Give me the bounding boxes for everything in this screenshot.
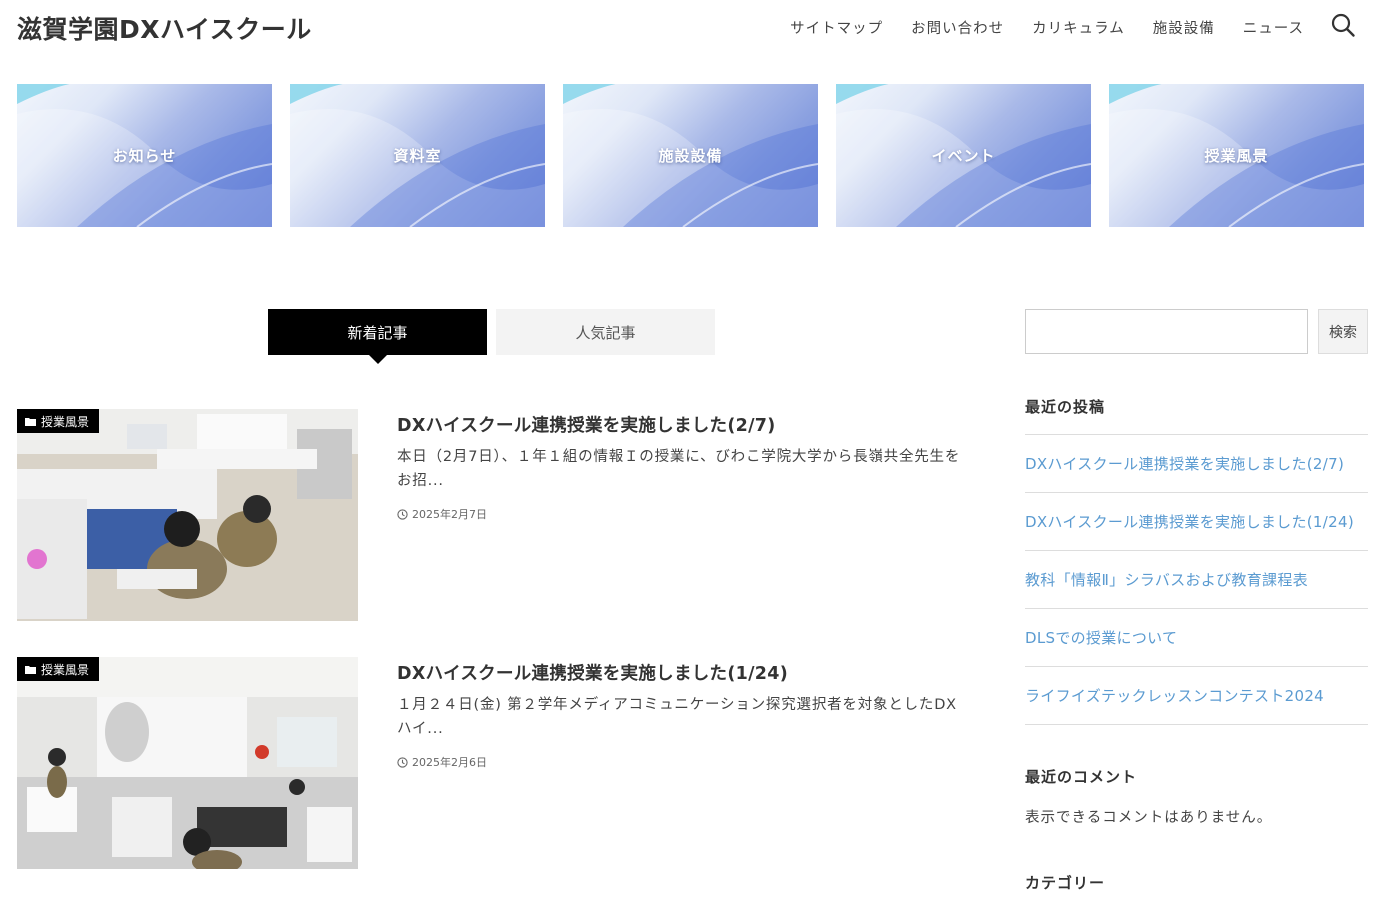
post-date: 2025年2月6日 (397, 754, 487, 770)
sidebar-search-input[interactable] (1025, 309, 1308, 354)
nav-item-contact[interactable]: お問い合わせ (911, 17, 1004, 38)
banner-archive[interactable]: 資料室 (290, 84, 545, 227)
recent-posts-title: 最近の投稿 (1025, 398, 1106, 416)
folder-icon (25, 665, 36, 674)
recent-post-link[interactable]: DLSでの授業について (1025, 609, 1368, 667)
banner-label: イベント (931, 147, 996, 165)
post-excerpt: 本日（2月7日）、１年１組の情報Ｉの授業に、びわこ学院大学から長嶺共全先生をお招… (397, 449, 961, 489)
banner-news[interactable]: お知らせ (17, 84, 272, 227)
post-thumbnail[interactable]: 授業風景 (17, 657, 358, 869)
category-banners: お知らせ 資料室 施設設備 イベント 授業風景 (17, 84, 1364, 227)
site-title[interactable]: 滋賀学園DXハイスクール (17, 10, 312, 46)
clock-icon (397, 508, 408, 520)
no-comments-text: 表示できるコメントはありません。 (1025, 810, 1273, 826)
banner-facilities[interactable]: 施設設備 (563, 84, 818, 227)
post-title[interactable]: DXハイスクール連携授業を実施しました(1/24) (397, 660, 788, 685)
clock-icon (397, 756, 408, 768)
post-date-text: 2025年2月7日 (412, 508, 487, 521)
recent-post-link[interactable]: DXハイスクール連携授業を実施しました(1/24) (1025, 493, 1368, 551)
tab-popular-posts[interactable]: 人気記事 (496, 309, 715, 355)
category-badge[interactable]: 授業風景 (17, 409, 100, 433)
recent-post-link[interactable]: 教科「情報Ⅱ」シラバスおよび教育課程表 (1025, 551, 1368, 609)
banner-label: 授業風景 (1204, 147, 1269, 165)
site-header: 滋賀学園DXハイスクール サイトマップ お問い合わせ カリキュラム 施設設備 ニ… (0, 0, 1386, 60)
recent-posts-list: DXハイスクール連携授業を実施しました(2/7) DXハイスクール連携授業を実施… (1025, 434, 1368, 725)
banner-classes[interactable]: 授業風景 (1109, 84, 1364, 227)
post-excerpt: １月２４日(金) 第２学年メディアコミュニケーション探究選択者を対象としたDXハ… (397, 697, 957, 737)
post-thumbnail[interactable]: 授業風景 (17, 409, 358, 621)
search-icon[interactable] (1330, 12, 1356, 38)
post-date: 2025年2月7日 (397, 506, 487, 522)
nav-item-news[interactable]: ニュース (1243, 17, 1304, 38)
banner-events[interactable]: イベント (836, 84, 1091, 227)
recent-comments-title: 最近のコメント (1025, 768, 1138, 786)
category-label: 授業風景 (41, 662, 90, 677)
nav-item-facilities[interactable]: 施設設備 (1153, 17, 1215, 38)
recent-post-link[interactable]: DXハイスクール連携授業を実施しました(2/7) (1025, 435, 1368, 493)
categories-title: カテゴリー (1025, 874, 1106, 892)
banner-label: 施設設備 (658, 147, 723, 165)
main-nav: サイトマップ お問い合わせ カリキュラム 施設設備 ニュース (762, 17, 1304, 38)
category-badge[interactable]: 授業風景 (17, 657, 100, 681)
tab-new-posts[interactable]: 新着記事 (268, 309, 487, 364)
post-date-text: 2025年2月6日 (412, 756, 487, 769)
post-card: 授業風景 DXハイスクール連携授業を実施しました(2/7) 本日（2月7日）、１… (17, 409, 977, 621)
folder-icon (25, 417, 36, 426)
sidebar-search-button[interactable]: 検索 (1318, 309, 1368, 354)
banner-label: お知らせ (112, 147, 177, 165)
recent-post-link[interactable]: ライフイズテックレッスンコンテスト2024 (1025, 667, 1368, 725)
banner-label: 資料室 (393, 147, 442, 165)
nav-item-curriculum[interactable]: カリキュラム (1032, 17, 1125, 38)
post-tabs: 新着記事 人気記事 (268, 309, 715, 364)
category-label: 授業風景 (41, 414, 90, 429)
post-card: 授業風景 DXハイスクール連携授業を実施しました(1/24) １月２４日(金) … (17, 657, 977, 869)
nav-item-sitemap[interactable]: サイトマップ (790, 17, 883, 38)
post-title[interactable]: DXハイスクール連携授業を実施しました(2/7) (397, 412, 776, 437)
